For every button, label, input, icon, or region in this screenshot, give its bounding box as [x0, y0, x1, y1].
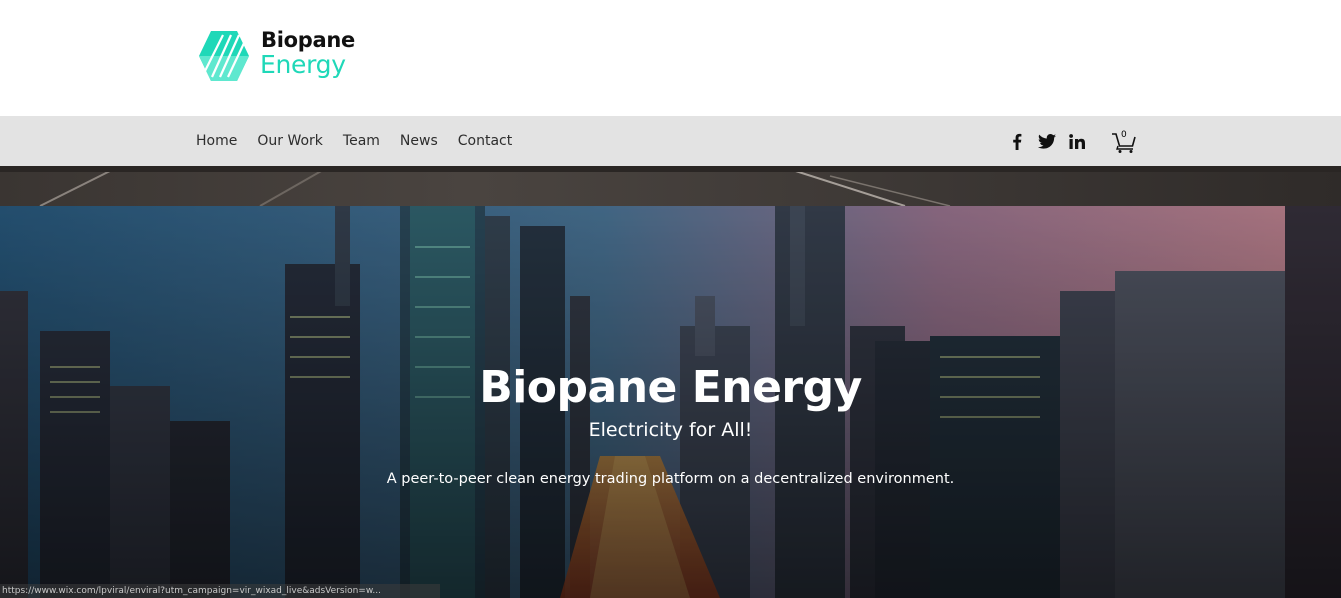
- facebook-icon[interactable]: [1007, 130, 1027, 152]
- logo-word-biopane: Biopane: [261, 28, 355, 52]
- hero-title: Biopane Energy: [479, 362, 862, 413]
- hero-subtitle: Electricity for All!: [588, 419, 753, 441]
- hero-section: Biopane Energy Electricity for All! A pe…: [0, 206, 1341, 598]
- nav-item-our-work[interactable]: Our Work: [247, 116, 333, 166]
- main-menu: Home Our Work Team News Contact: [186, 116, 522, 166]
- hero-description: A peer-to-peer clean energy trading plat…: [386, 471, 955, 487]
- twitter-icon[interactable]: [1037, 130, 1057, 152]
- hero-top-strip: [0, 166, 1341, 206]
- nav-item-team[interactable]: Team: [333, 116, 390, 166]
- cart-count: 0: [1121, 130, 1127, 140]
- linkedin-icon[interactable]: [1067, 130, 1087, 152]
- nav-item-news[interactable]: News: [390, 116, 448, 166]
- site-header: Biopane Energy: [0, 0, 1341, 116]
- logo-icon: [199, 31, 249, 81]
- social-bar: [1007, 130, 1087, 152]
- logo-link[interactable]: Biopane Energy: [199, 28, 359, 86]
- nav-item-home[interactable]: Home: [186, 116, 247, 166]
- nav-item-contact[interactable]: Contact: [448, 116, 522, 166]
- logo-word-energy: Energy: [260, 50, 346, 79]
- nav-bar: Home Our Work Team News Contact: [0, 116, 1341, 166]
- browser-status-url: https://www.wix.com/lpviral/enviral?utm_…: [0, 584, 440, 598]
- cart-button[interactable]: 0: [1110, 127, 1138, 155]
